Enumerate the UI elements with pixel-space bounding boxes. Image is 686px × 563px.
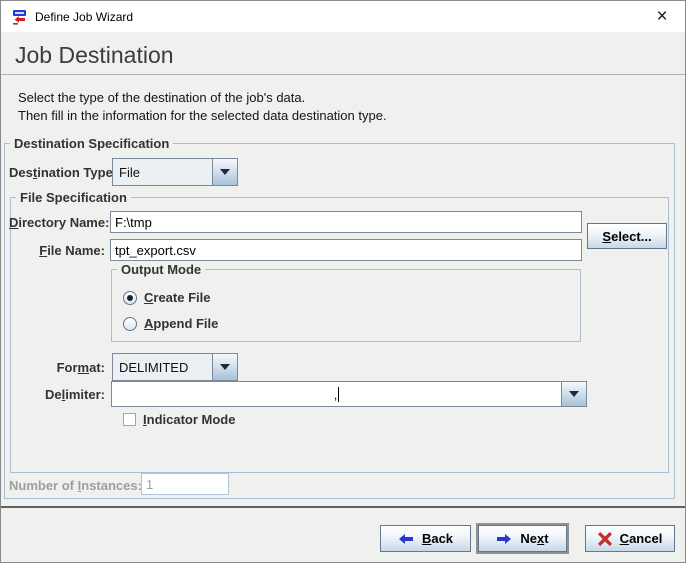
directory-name-label: Directory Name: <box>9 215 105 230</box>
arrow-left-icon <box>398 533 414 545</box>
output-mode-group: Output Mode <box>111 269 581 342</box>
file-name-label: File Name: <box>9 243 105 258</box>
cancel-button-label: Cancel <box>620 531 663 546</box>
chevron-down-icon <box>569 391 579 397</box>
window-title: Define Job Wizard <box>35 10 133 24</box>
titlebar[interactable]: Define Job Wizard × <box>1 1 685 32</box>
back-button-label: Back <box>422 531 453 546</box>
page-title: Job Destination <box>15 42 174 69</box>
close-button[interactable]: × <box>639 1 685 32</box>
radio-button-icon[interactable] <box>123 317 137 331</box>
delimiter-editor[interactable]: , <box>112 382 561 406</box>
radio-append-file-label: Append File <box>144 316 218 331</box>
destination-type-dropdown-button[interactable] <box>212 159 237 185</box>
destination-type-label: Destination Type: <box>9 165 117 180</box>
indicator-mode-checkbox-row: Indicator Mode <box>123 412 235 427</box>
number-of-instances-input: 1 <box>141 473 229 495</box>
radio-append-file[interactable]: Append File <box>123 316 218 331</box>
radio-create-file-label: Create File <box>144 290 210 305</box>
arrow-right-icon <box>496 533 512 545</box>
file-name-input[interactable]: tpt_export.csv <box>110 239 582 261</box>
destination-specification-title: Destination Specification <box>10 136 173 151</box>
output-mode-title: Output Mode <box>117 262 205 277</box>
format-label: Format: <box>9 360 105 375</box>
checkbox-icon <box>123 413 136 426</box>
directory-name-input[interactable]: F:\tmp <box>110 211 582 233</box>
define-job-wizard-window: Define Job Wizard × Job Destination Sele… <box>0 0 686 563</box>
chevron-down-icon <box>220 364 230 370</box>
file-specification-title: File Specification <box>16 190 131 205</box>
next-button[interactable]: Next <box>478 525 567 552</box>
header-divider <box>1 74 685 75</box>
destination-type-combobox[interactable]: File <box>112 158 238 186</box>
select-button-label: Select... <box>602 229 651 244</box>
number-of-instances-label: Number of Instances: <box>9 478 142 493</box>
delimiter-label: Delimiter: <box>9 387 105 402</box>
directory-name-value: F:\tmp <box>115 215 152 230</box>
destination-type-value: File <box>113 159 212 185</box>
radio-button-icon[interactable] <box>123 291 137 305</box>
format-dropdown-button[interactable] <box>212 354 237 380</box>
chevron-down-icon <box>220 169 230 175</box>
delimiter-dropdown-button[interactable] <box>561 382 586 406</box>
text-cursor <box>338 387 339 402</box>
footer-divider <box>1 506 685 508</box>
next-button-label: Next <box>520 531 548 546</box>
radio-create-file[interactable]: Create File <box>123 290 210 305</box>
close-icon: × <box>656 7 667 26</box>
delimiter-value: , <box>334 387 338 402</box>
file-name-value: tpt_export.csv <box>115 243 196 258</box>
cancel-button[interactable]: Cancel <box>585 525 675 552</box>
app-icon <box>10 8 28 26</box>
description-line-1: Select the type of the destination of th… <box>18 90 305 105</box>
description-line-2: Then fill in the information for the sel… <box>18 108 387 123</box>
back-button[interactable]: Back <box>380 525 471 552</box>
format-value: DELIMITED <box>113 354 212 380</box>
delimiter-combobox[interactable]: , <box>111 381 587 407</box>
x-icon <box>598 532 612 546</box>
format-combobox[interactable]: DELIMITED <box>112 353 238 381</box>
select-button[interactable]: Select... <box>587 223 667 249</box>
indicator-mode-label: Indicator Mode <box>143 412 235 427</box>
number-of-instances-value: 1 <box>146 477 153 492</box>
